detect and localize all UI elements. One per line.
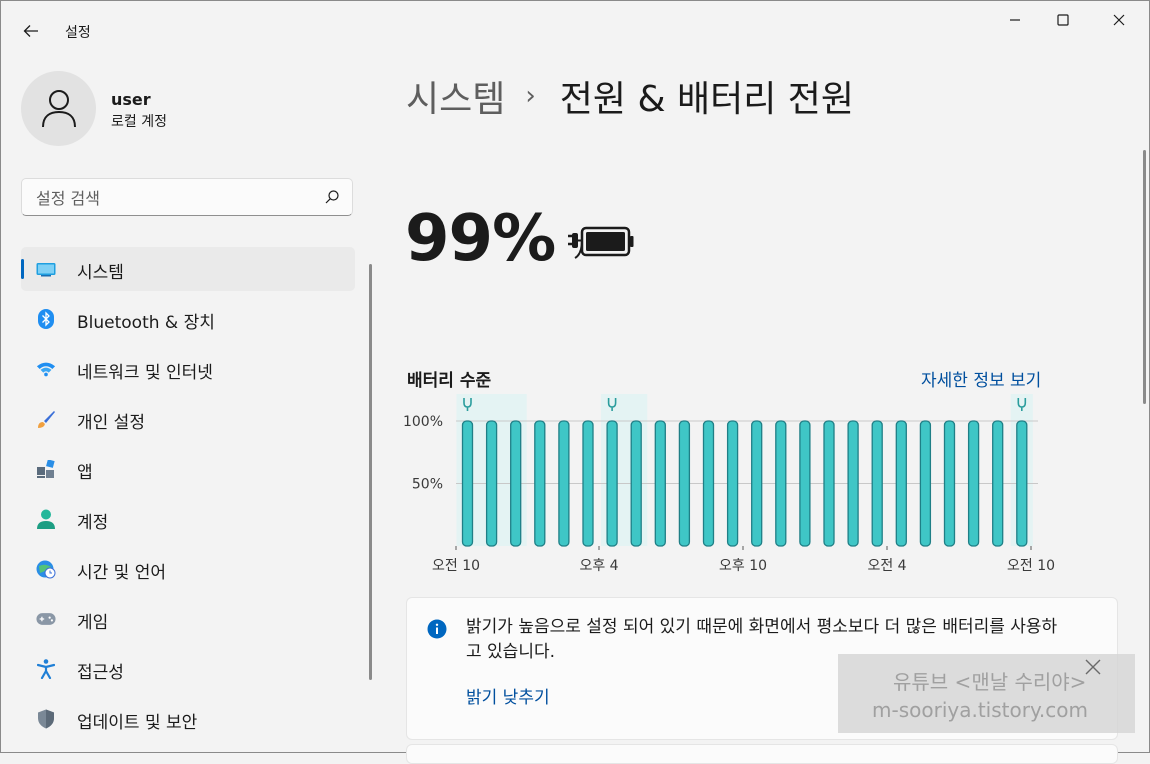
battery-bar <box>630 420 642 547</box>
battery-level-chart: 100% 50% 오전 10 오후 4 오후 10 오전 4 오전 10 <box>403 394 1055 574</box>
sidebar-item-label: 게임 <box>77 613 109 633</box>
app-title: 설정 <box>65 25 91 41</box>
close-icon[interactable] <box>1084 658 1102 676</box>
content-scrollbar[interactable] <box>1143 150 1146 404</box>
x-tick-label: 오후 10 <box>719 558 767 574</box>
page-title: 전원 & 배터리 전원 <box>559 79 855 120</box>
back-button[interactable] <box>14 14 48 48</box>
globe-clock-icon <box>36 559 56 579</box>
battery-bar <box>847 420 859 547</box>
watermark-overlay: 유튜브 <맨날 수리야> m-sooriya.tistory.com <box>838 654 1135 733</box>
battery-bar <box>871 420 883 547</box>
account-icon <box>36 509 56 529</box>
battery-bar <box>895 420 907 547</box>
back-arrow-icon <box>23 25 38 37</box>
selection-indicator <box>21 259 24 279</box>
sidebar-item-accessibility[interactable]: 접근성 <box>21 647 355 691</box>
sidebar-scrollbar[interactable] <box>369 264 372 680</box>
sidebar-item-label: Bluetooth & 장치 <box>77 313 215 333</box>
battery-bar <box>799 420 811 547</box>
battery-bar <box>654 420 666 547</box>
watermark-url: m-sooriya.tistory.com <box>872 698 1088 722</box>
search-box[interactable] <box>21 178 353 216</box>
y-tick-label: 100% <box>403 414 443 430</box>
search-icon[interactable] <box>324 189 340 205</box>
battery-bar <box>558 420 570 547</box>
sidebar-item-network[interactable]: 네트워크 및 인터넷 <box>21 347 355 391</box>
title-bar: 설정 <box>0 0 1150 48</box>
shield-icon <box>36 709 56 729</box>
battery-bar <box>726 420 739 547</box>
x-tick-label: 오전 4 <box>867 558 906 574</box>
sidebar-item-label: 네트워크 및 인터넷 <box>77 363 213 383</box>
battery-bar <box>461 420 474 547</box>
battery-charging-icon <box>568 226 634 259</box>
close-button[interactable] <box>1096 6 1142 34</box>
battery-bar <box>775 420 787 547</box>
sidebar-item-time-language[interactable]: 시간 및 언어 <box>21 547 355 591</box>
search-input[interactable] <box>34 186 308 210</box>
maximize-icon <box>1057 14 1069 26</box>
minimize-icon <box>1010 19 1020 21</box>
sidebar-item-apps[interactable]: 앱 <box>21 447 355 491</box>
sidebar-item-label: 개인 설정 <box>77 413 145 433</box>
sidebar-item-accounts[interactable]: 계정 <box>21 497 355 541</box>
account-type: 로컬 계정 <box>111 114 167 130</box>
sidebar-item-system[interactable]: 시스템 <box>21 247 355 291</box>
user-icon <box>41 89 76 127</box>
battery-bar <box>1016 420 1028 547</box>
battery-bar <box>967 420 980 547</box>
x-tick-label: 오전 10 <box>432 558 480 574</box>
battery-bar <box>992 420 1004 547</box>
battery-bar <box>534 420 546 547</box>
sidebar-item-label: 시스템 <box>77 263 124 283</box>
battery-bar <box>485 420 498 547</box>
user-name: user <box>111 90 151 109</box>
reduce-brightness-link[interactable]: 밝기 낮추기 <box>466 683 550 708</box>
system-icon <box>36 259 56 279</box>
breadcrumb-separator-icon: › <box>525 81 536 111</box>
sidebar-item-bluetooth[interactable]: Bluetooth & 장치 <box>21 297 355 341</box>
sidebar-item-label: 계정 <box>77 513 109 533</box>
battery-bar <box>751 420 763 547</box>
gamepad-icon <box>36 609 56 629</box>
breadcrumb-parent[interactable]: 시스템 <box>406 70 505 122</box>
sidebar-item-personalization[interactable]: 개인 설정 <box>21 397 355 441</box>
avatar[interactable] <box>21 71 96 146</box>
apps-icon <box>36 459 56 479</box>
maximize-button[interactable] <box>1040 6 1086 34</box>
battery-bar <box>582 420 594 547</box>
x-tick-label: 오후 4 <box>579 558 618 574</box>
battery-bar <box>702 420 715 547</box>
breadcrumb: 시스템 › 전원 & 배터리 전원 <box>406 70 854 122</box>
battery-bar <box>510 420 522 547</box>
x-tick-label: 오전 10 <box>1007 558 1055 574</box>
sidebar-item-label: 업데이트 및 보안 <box>77 713 198 733</box>
battery-bar <box>678 420 691 547</box>
y-tick-label: 50% <box>412 477 443 493</box>
watermark-channel: 유튜브 <맨날 수리야> <box>893 670 1087 694</box>
bluetooth-icon <box>36 309 56 329</box>
close-icon <box>1113 14 1125 26</box>
sidebar-item-label: 시간 및 언어 <box>77 563 167 583</box>
brush-icon <box>36 409 56 429</box>
sidebar-item-label: 앱 <box>77 463 93 483</box>
settings-card <box>406 744 1118 764</box>
sidebar-item-label: 접근성 <box>77 663 124 683</box>
minimize-button[interactable] <box>992 6 1038 34</box>
battery-bar <box>919 420 932 547</box>
wifi-icon <box>36 359 56 379</box>
sidebar-item-update-security[interactable]: 업데이트 및 보안 <box>21 697 355 741</box>
battery-percentage: 99% <box>405 202 556 276</box>
battery-bar <box>823 420 835 547</box>
battery-bar <box>606 420 618 547</box>
battery-bar <box>943 420 956 547</box>
accessibility-icon <box>36 659 56 679</box>
sidebar-item-gaming[interactable]: 게임 <box>21 597 355 641</box>
info-icon <box>427 619 447 639</box>
